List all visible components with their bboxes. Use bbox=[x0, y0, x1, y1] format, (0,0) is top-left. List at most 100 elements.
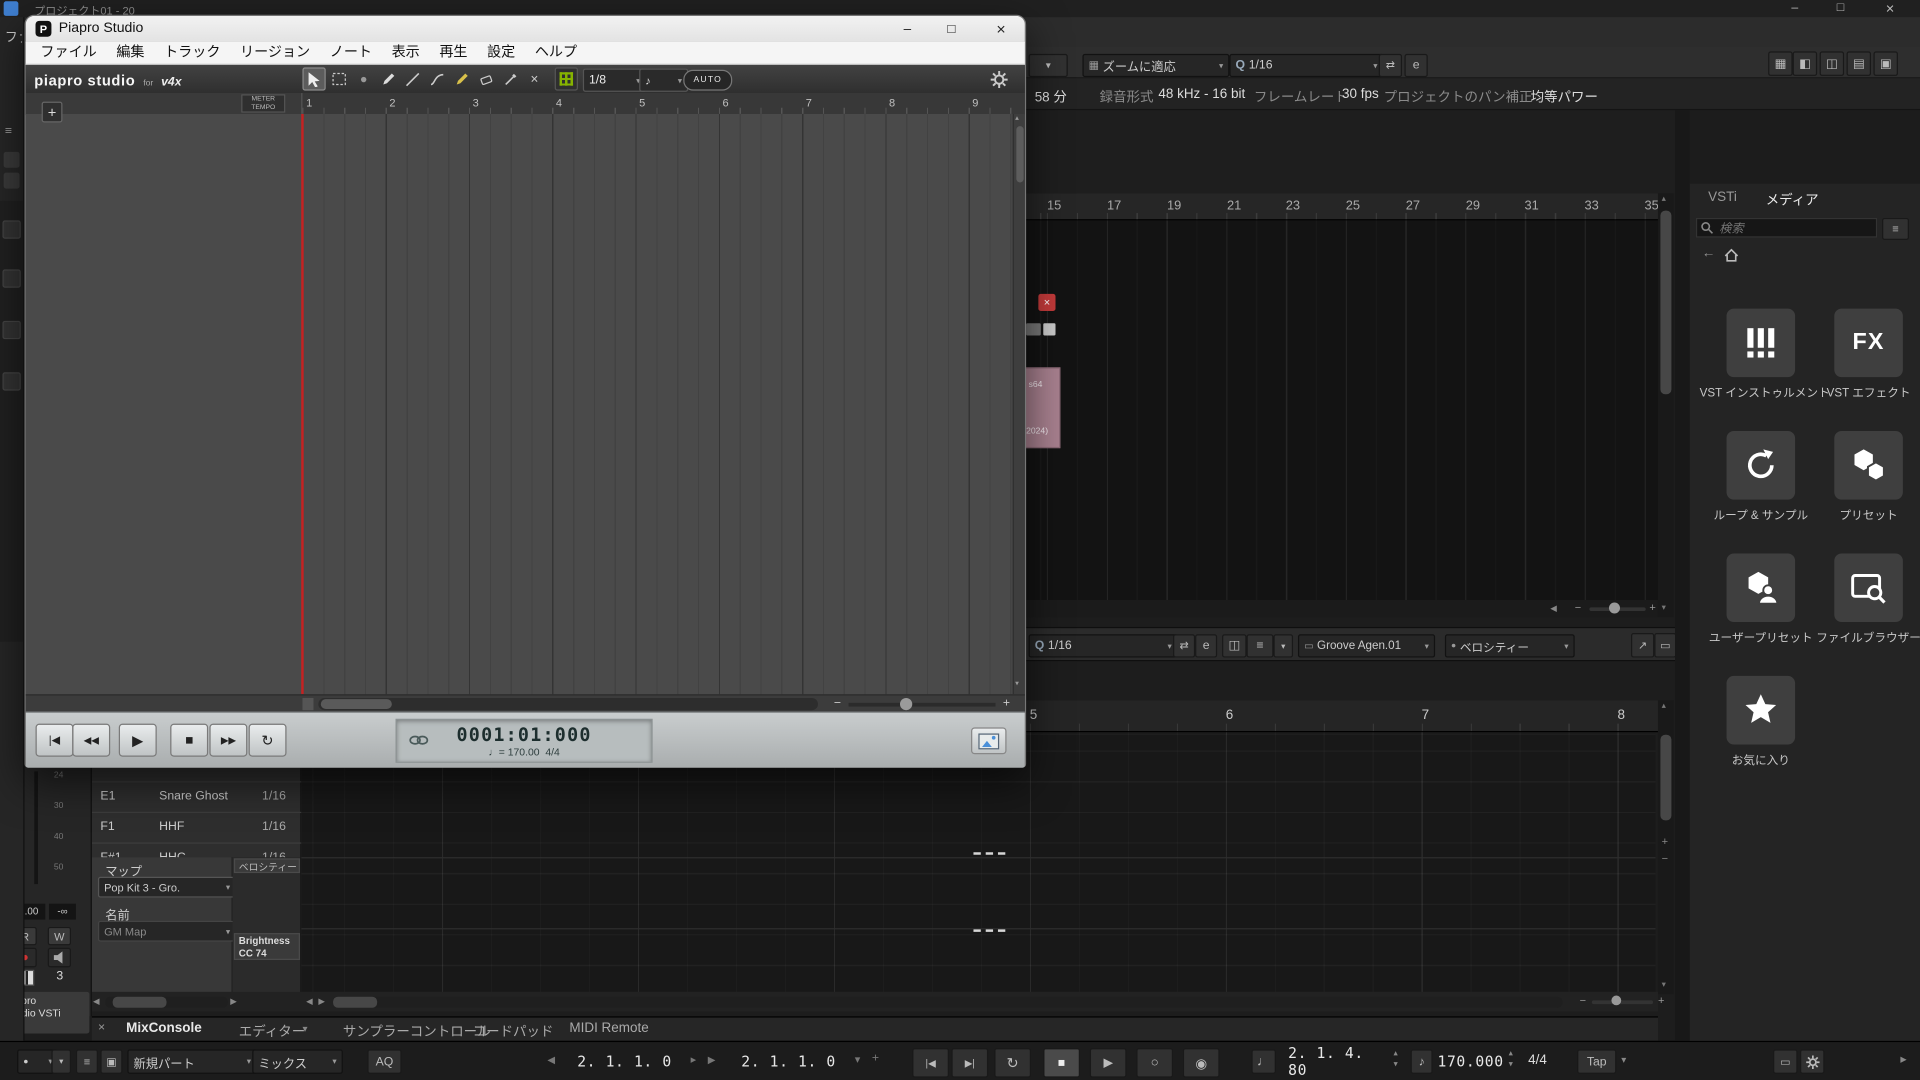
scroll-thumb[interactable] bbox=[333, 997, 377, 1008]
controller-lane-divider[interactable] bbox=[301, 857, 1655, 858]
main-ruler[interactable]: 15 17 19 21 23 25 27 29 31 33 35 bbox=[1024, 193, 1658, 220]
name-panel-scroll-track[interactable] bbox=[105, 997, 227, 1008]
auto-quantize-button[interactable]: AQ bbox=[367, 1049, 401, 1073]
minimize-icon[interactable]: – bbox=[887, 16, 929, 42]
record-button[interactable]: ○ bbox=[1136, 1048, 1173, 1077]
locator-left-icon[interactable]: ◀ bbox=[547, 1054, 555, 1065]
zoom-in-icon[interactable]: + bbox=[1649, 601, 1655, 613]
knife-tool[interactable] bbox=[498, 67, 521, 90]
midi-part[interactable]: s64 2024) bbox=[1024, 367, 1061, 448]
stepper-down-icon[interactable]: ▾ bbox=[1393, 1059, 1397, 1069]
tool-square[interactable] bbox=[4, 173, 20, 189]
zoom-fit-combo[interactable]: ▦ ズームに適応 ▾ bbox=[1082, 54, 1229, 77]
goto-start-button[interactable]: |◀ bbox=[36, 724, 74, 757]
minimize-icon[interactable]: – bbox=[1791, 1, 1798, 14]
zoom-out-icon[interactable]: − bbox=[1575, 601, 1581, 613]
close-lower-zone-icon[interactable]: × bbox=[98, 1021, 105, 1034]
scroll-up-icon[interactable]: ▴ bbox=[1662, 193, 1666, 203]
drum-grid[interactable]: 1/16 bbox=[262, 790, 286, 803]
search-input[interactable] bbox=[1717, 219, 1876, 239]
draw-pencil-tool[interactable] bbox=[449, 67, 472, 90]
layout-button-3[interactable]: ◫ bbox=[1820, 51, 1844, 75]
layout-button-5[interactable]: ▣ bbox=[1873, 51, 1897, 75]
open-in-window-button[interactable]: ↗ bbox=[1631, 633, 1654, 657]
add-track-button[interactable]: + bbox=[42, 102, 63, 123]
write-automation-button[interactable]: W bbox=[48, 927, 71, 945]
app-icon[interactable] bbox=[4, 1, 19, 16]
stop-button[interactable]: ■ bbox=[170, 724, 208, 757]
cubase-menu-fragment[interactable]: ファイル bbox=[5, 28, 22, 45]
menu-view[interactable]: 表示 bbox=[382, 41, 430, 64]
region-select-tool[interactable] bbox=[327, 67, 350, 90]
drum-editor-grid[interactable] bbox=[301, 732, 1655, 994]
tab-media[interactable]: メディア bbox=[1766, 190, 1819, 210]
loop-button[interactable]: ↻ bbox=[249, 724, 287, 757]
media-tile-vst-effects[interactable]: FX VST エフェクト bbox=[1817, 309, 1920, 414]
record-mix-combo[interactable]: ミックス ▾ bbox=[252, 1049, 343, 1073]
lane-display-button[interactable]: ≡ bbox=[1247, 634, 1274, 657]
zoom-out-icon[interactable]: − bbox=[834, 697, 841, 710]
vscroll-thumb[interactable] bbox=[1660, 211, 1671, 395]
result-list-button[interactable]: ≡ bbox=[1882, 218, 1909, 240]
search-box[interactable] bbox=[1696, 218, 1877, 238]
stepper-down-icon[interactable]: ▾ bbox=[1509, 1059, 1513, 1069]
velocity-lane-plate[interactable]: ベロシティー bbox=[234, 858, 300, 873]
delete-tool[interactable]: × bbox=[523, 67, 546, 90]
track-type-icon[interactable] bbox=[2, 321, 20, 339]
tab-mixconsole[interactable]: MixConsole bbox=[126, 1021, 202, 1036]
lower-quantize-panel-button[interactable]: e bbox=[1195, 634, 1217, 657]
tempo-track-button[interactable]: ♪ bbox=[1411, 1049, 1433, 1073]
eraser-tool[interactable] bbox=[474, 67, 497, 90]
transport-setup-button[interactable] bbox=[1800, 1049, 1824, 1073]
record-format-value[interactable]: 48 kHz - 16 bit bbox=[1158, 87, 1245, 102]
expand-transport-icon[interactable]: ▸ bbox=[1900, 1053, 1906, 1066]
stepper-up-icon[interactable]: ▴ bbox=[1393, 1048, 1397, 1058]
media-tile-vst-instruments[interactable]: VST インストゥルメント bbox=[1709, 309, 1812, 414]
lower-iterative-quantize-button[interactable]: ⇄ bbox=[1173, 634, 1195, 657]
hscroll-track[interactable] bbox=[318, 698, 818, 710]
snap-grid-button[interactable] bbox=[555, 67, 578, 90]
track-type-icon[interactable] bbox=[2, 372, 20, 390]
zoom-in-icon[interactable]: + bbox=[1003, 697, 1010, 710]
tab-sampler-control[interactable]: サンプラーコントロール bbox=[343, 1021, 491, 1041]
transport-list-button[interactable]: ≡ bbox=[76, 1049, 98, 1073]
locator-right-icon[interactable]: ▶ bbox=[708, 1054, 716, 1065]
meter-tempo-box[interactable]: METER TEMPO bbox=[241, 94, 285, 112]
menu-region[interactable]: リージョン bbox=[230, 41, 320, 64]
secondary-position-display[interactable]: 2. 1. 1. 0 bbox=[730, 1049, 848, 1072]
hamburger-icon[interactable]: ≡ bbox=[5, 125, 12, 138]
rewind-button[interactable]: ◀◀ bbox=[72, 724, 110, 757]
meter-label[interactable]: METER bbox=[242, 96, 284, 105]
record-mode-arrow[interactable]: ▾ bbox=[51, 1049, 71, 1073]
scroll-left-icon[interactable]: ◀ bbox=[306, 997, 313, 1007]
menu-help[interactable]: ヘルプ bbox=[525, 41, 587, 64]
add-marker-icon[interactable]: + bbox=[872, 1052, 879, 1065]
maximize-icon[interactable]: □ bbox=[931, 16, 973, 42]
scroll-down-icon[interactable]: ▾ bbox=[1662, 602, 1666, 612]
fader-groove[interactable] bbox=[34, 771, 38, 884]
goto-end-button[interactable]: ▶| bbox=[951, 1048, 988, 1077]
menu-play[interactable]: 再生 bbox=[430, 41, 478, 64]
tab-vsti[interactable]: VSTi bbox=[1708, 190, 1737, 205]
extra-panel-button[interactable] bbox=[971, 727, 1007, 754]
grid-vscrollbar[interactable]: ▴ ▾ bbox=[1013, 114, 1025, 694]
menu-note[interactable]: ノート bbox=[320, 41, 382, 64]
iterative-quantize-button[interactable]: ⇄ bbox=[1379, 54, 1402, 77]
home-button[interactable] bbox=[1724, 246, 1741, 262]
cc74-lane-plate[interactable]: Brightness CC 74 bbox=[234, 933, 300, 960]
filter-icon[interactable]: ▾ bbox=[855, 1053, 861, 1066]
drum-map-combo[interactable]: Pop Kit 3 - Gro. ▾ bbox=[98, 877, 236, 898]
play-button[interactable]: ▶ bbox=[119, 724, 157, 757]
close-icon[interactable]: × bbox=[1886, 0, 1895, 17]
close-icon[interactable]: × bbox=[977, 16, 1025, 42]
lane-resize-handle[interactable] bbox=[973, 852, 1005, 854]
stop-button[interactable]: ■ bbox=[1043, 1048, 1080, 1077]
brush-tool[interactable] bbox=[351, 67, 374, 90]
editor-vscrollbar[interactable]: ▴ + − ▾ bbox=[1658, 700, 1674, 994]
layout-button-1[interactable]: ▦ bbox=[1768, 51, 1792, 75]
lane-display-arrow[interactable]: ▾ bbox=[1273, 634, 1293, 657]
editor-zoom-thumb[interactable] bbox=[1611, 996, 1621, 1006]
quantize-panel-button[interactable]: e bbox=[1404, 54, 1427, 77]
hidden-combo-arrow[interactable]: ▾ bbox=[1029, 54, 1068, 77]
peak-value-box[interactable]: -∞ bbox=[49, 904, 76, 920]
